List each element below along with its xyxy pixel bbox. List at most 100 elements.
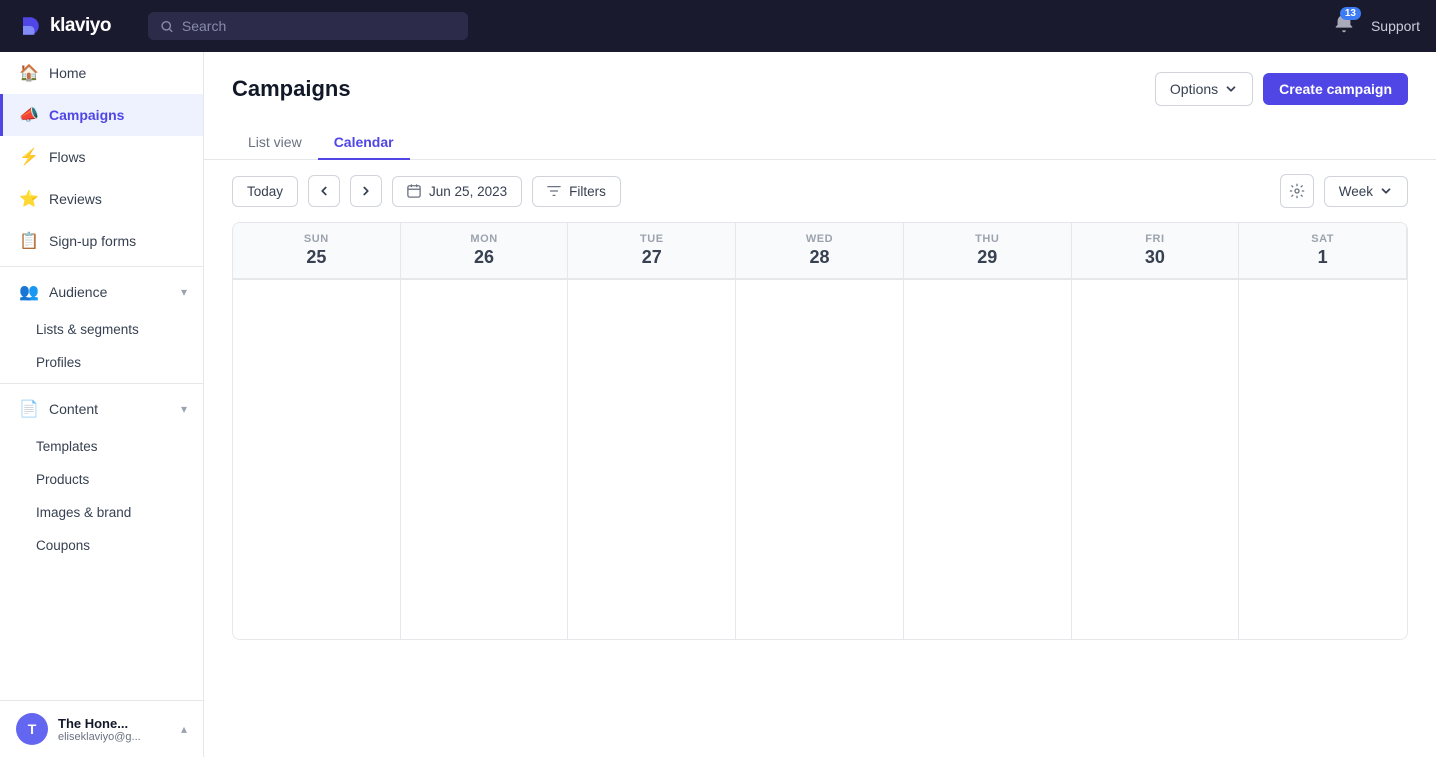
user-info: The Hone... eliseklaviyo@g... <box>58 716 141 743</box>
sidebar-sub-label: Coupons <box>36 538 90 553</box>
page-header: Campaigns Options Create campaign <box>204 52 1436 106</box>
sidebar-sub-label: Products <box>36 472 89 487</box>
date-label: Jun 25, 2023 <box>429 184 507 199</box>
calendar-body-cell <box>736 279 904 639</box>
avatar: T <box>16 713 48 745</box>
calendar-header-cell: WED 28 <box>736 223 904 279</box>
filter-icon <box>547 184 561 198</box>
klaviyo-logo: klaviyo <box>16 12 111 40</box>
today-button[interactable]: Today <box>232 176 298 207</box>
prev-arrow-button[interactable] <box>308 175 340 207</box>
day-name: TUE <box>640 233 664 245</box>
filters-button[interactable]: Filters <box>532 176 621 207</box>
day-name: FRI <box>1145 233 1164 245</box>
sidebar-item-label: Campaigns <box>49 107 124 123</box>
tab-list-view[interactable]: List view <box>232 126 318 160</box>
calendar-header-cell: MON 26 <box>401 223 569 279</box>
week-label: Week <box>1339 184 1373 199</box>
next-arrow-button[interactable] <box>350 175 382 207</box>
sidebar-item-coupons[interactable]: Coupons <box>0 529 203 562</box>
chevron-down-icon: ▾ <box>181 402 187 416</box>
day-name: WED <box>806 233 833 245</box>
calendar-grid: SUN 25 MON 26 TUE 27 WED 28 THU 29 FRI 3… <box>232 222 1408 640</box>
calendar-header-cell: THU 29 <box>904 223 1072 279</box>
calendar-header-cell: SAT 1 <box>1239 223 1407 279</box>
sidebar-item-products[interactable]: Products <box>0 463 203 496</box>
search-input[interactable] <box>182 18 456 34</box>
calendar-grid-wrapper: SUN 25 MON 26 TUE 27 WED 28 THU 29 FRI 3… <box>204 222 1436 757</box>
calendar-toolbar: Today Jun 25, 2023 <box>204 160 1436 222</box>
user-name: The Hone... <box>58 716 141 731</box>
main-layout: 🏠 Home 📣 Campaigns ⚡ Flows ⭐ Reviews 📋 S… <box>0 52 1436 757</box>
logo-area: klaviyo <box>16 12 136 40</box>
sidebar-item-images-brand[interactable]: Images & brand <box>0 496 203 529</box>
day-number: 29 <box>977 247 997 268</box>
chevron-down-icon <box>1224 82 1238 96</box>
tab-calendar[interactable]: Calendar <box>318 126 410 160</box>
chevron-down-icon <box>1379 184 1393 198</box>
logo-text: klaviyo <box>50 15 111 37</box>
sidebar-item-audience[interactable]: 👥 Audience ▾ <box>0 271 203 313</box>
sidebar-item-profiles[interactable]: Profiles <box>0 346 203 379</box>
notification-count: 13 <box>1340 7 1361 20</box>
chevron-left-icon <box>317 184 331 198</box>
day-name: SAT <box>1311 233 1334 245</box>
page-title: Campaigns <box>232 76 351 102</box>
calendar-body-cell <box>233 279 401 639</box>
sidebar-item-label: Reviews <box>49 191 102 207</box>
topnav: klaviyo 13 Support <box>0 0 1436 52</box>
sidebar-divider-2 <box>0 383 203 384</box>
forms-icon: 📋 <box>19 231 39 251</box>
search-bar[interactable] <box>148 12 468 40</box>
sidebar-item-flows[interactable]: ⚡ Flows <box>0 136 203 178</box>
date-picker-button[interactable]: Jun 25, 2023 <box>392 176 522 207</box>
sidebar-item-label: Home <box>49 65 86 81</box>
header-actions: Options Create campaign <box>1155 72 1408 106</box>
calendar-icon <box>407 184 421 198</box>
sidebar: 🏠 Home 📣 Campaigns ⚡ Flows ⭐ Reviews 📋 S… <box>0 52 204 757</box>
support-button[interactable]: Support <box>1371 18 1420 34</box>
sidebar-sub-label: Templates <box>36 439 98 454</box>
sidebar-item-home[interactable]: 🏠 Home <box>0 52 203 94</box>
options-label: Options <box>1170 81 1218 97</box>
day-number: 30 <box>1145 247 1165 268</box>
sidebar-item-campaigns[interactable]: 📣 Campaigns <box>0 94 203 136</box>
notification-bell[interactable]: 13 <box>1333 13 1355 40</box>
tabs: List view Calendar <box>204 114 1436 160</box>
search-icon <box>160 19 174 34</box>
day-number: 28 <box>809 247 829 268</box>
chevron-up-icon: ▴ <box>181 722 187 736</box>
sidebar-item-lists-segments[interactable]: Lists & segments <box>0 313 203 346</box>
options-button[interactable]: Options <box>1155 72 1253 106</box>
calendar-header-cell: TUE 27 <box>568 223 736 279</box>
sidebar-item-reviews[interactable]: ⭐ Reviews <box>0 178 203 220</box>
reviews-icon: ⭐ <box>19 189 39 209</box>
chevron-down-icon: ▾ <box>181 285 187 299</box>
sidebar-sub-label: Images & brand <box>36 505 131 520</box>
chevron-right-icon <box>359 184 373 198</box>
sidebar-divider-1 <box>0 266 203 267</box>
calendar-body-cell <box>1072 279 1240 639</box>
home-icon: 🏠 <box>19 63 39 83</box>
calendar-body-cell <box>568 279 736 639</box>
flows-icon: ⚡ <box>19 147 39 167</box>
calendar-header-cell: FRI 30 <box>1072 223 1240 279</box>
day-name: SUN <box>304 233 329 245</box>
sidebar-sub-label: Profiles <box>36 355 81 370</box>
sidebar-item-label: Content <box>49 401 98 417</box>
sidebar-item-templates[interactable]: Templates <box>0 430 203 463</box>
sidebar-item-label: Audience <box>49 284 107 300</box>
week-select-button[interactable]: Week <box>1324 176 1408 207</box>
settings-button[interactable] <box>1280 174 1314 208</box>
sidebar-item-signup-forms[interactable]: 📋 Sign-up forms <box>0 220 203 262</box>
sidebar-item-content[interactable]: 📄 Content ▾ <box>0 388 203 430</box>
create-campaign-button[interactable]: Create campaign <box>1263 73 1408 105</box>
campaigns-icon: 📣 <box>19 105 39 125</box>
topnav-right: 13 Support <box>1333 13 1420 40</box>
day-name: MON <box>470 233 497 245</box>
calendar-body-cell <box>904 279 1072 639</box>
day-number: 27 <box>642 247 662 268</box>
content-area: Campaigns Options Create campaign List v… <box>204 52 1436 757</box>
user-email: eliseklaviyo@g... <box>58 731 141 743</box>
sidebar-user-panel[interactable]: T The Hone... eliseklaviyo@g... ▴ <box>0 700 203 757</box>
